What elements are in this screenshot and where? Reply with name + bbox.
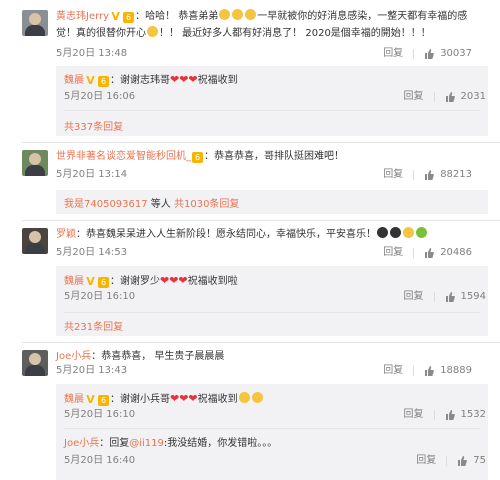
smile-emoji-icon	[147, 26, 158, 37]
reply-button[interactable]: 回复	[404, 290, 424, 304]
reply-item: 魏晨 V 6 ：谢谢小兵哥❤❤❤祝福收到	[64, 390, 486, 406]
champagne-emoji-icon	[416, 227, 427, 238]
reply-button[interactable]: 回复	[404, 90, 424, 104]
reply-meta: 5月20日 16:06 回复 2031	[64, 90, 486, 104]
username-link[interactable]: 黄志玮Jerry	[56, 11, 109, 22]
like-icon[interactable]	[445, 92, 455, 102]
like-icon[interactable]	[445, 410, 455, 420]
like-icon[interactable]	[424, 170, 435, 180]
people-emoji-icon	[390, 227, 401, 238]
comment-text: 世界非著名谈恋爱智能秒回机_ 6 ：恭喜恭喜，哥排队挺困难吧！	[56, 151, 344, 163]
vip-icon: 6	[192, 152, 203, 163]
heart-emoji-icon: ❤❤❤	[170, 392, 198, 405]
reply-button[interactable]: 回复	[383, 47, 403, 61]
like-icon[interactable]	[424, 248, 435, 258]
like-count[interactable]: 88213	[440, 168, 472, 182]
reply-item: 魏晨 V 6 ：谢谢罗少❤❤❤祝福收到啦	[64, 274, 238, 288]
like-count[interactable]: 1594	[461, 290, 486, 304]
like-icon[interactable]	[424, 366, 435, 376]
more-replies-link[interactable]: 共231条回复	[64, 318, 123, 333]
reply-list: 魏晨 V 6 ：谢谢小兵哥❤❤❤祝福收到 5月20日 16:10 回复 1532 Jo…	[56, 384, 488, 480]
avatar[interactable]	[22, 150, 48, 176]
like-count[interactable]: 18889	[440, 364, 472, 378]
comment-text: 罗颖：恭喜魏呆呆进入人生新阶段！愿永结同心，幸福快乐，平安喜乐！	[56, 226, 486, 243]
more-replies-link[interactable]: 共337条回复	[64, 118, 123, 133]
smile-emoji-icon	[251, 392, 263, 403]
timestamp: 5月20日 16:06	[64, 91, 136, 102]
username-link[interactable]: 我是7405093617	[64, 199, 148, 210]
timestamp: 5月20日 13:48	[56, 48, 128, 59]
timestamp: 5月20日 16:10	[64, 291, 136, 302]
vip-icon: 6	[98, 395, 109, 406]
smile-emoji-icon	[238, 392, 250, 403]
like-count[interactable]: 1532	[461, 408, 486, 422]
comment-meta: 5月20日 14:53 回复 20486	[56, 246, 486, 260]
reply-item: 魏晨 V 6 ：谢谢志玮哥❤❤❤祝福收到	[64, 73, 238, 87]
like-count[interactable]: 2031	[461, 90, 486, 104]
username-link[interactable]: Joe小兵	[56, 351, 91, 362]
timestamp: 5月20日 16:40	[64, 455, 136, 466]
timestamp: 5月20日 13:14	[56, 169, 128, 180]
heart-emoji-icon: ❤❤❤	[160, 274, 188, 287]
reply-meta: 5月20日 16:40 回复 75	[64, 454, 486, 468]
reply-meta: 5月20日 16:10 回复 1532	[64, 408, 486, 422]
verified-icon: V	[86, 275, 95, 288]
avatar[interactable]	[22, 10, 48, 36]
reply-button[interactable]: 回复	[383, 246, 403, 260]
like-count[interactable]: 20486	[440, 246, 472, 260]
username-link[interactable]: Joe小兵	[64, 438, 99, 449]
timestamp: 5月20日 13:43	[56, 365, 128, 376]
comment-meta: 5月20日 13:43 回复 18889	[56, 364, 486, 378]
reply-list: 魏晨 V 6 ：谢谢罗少❤❤❤祝福收到啦 5月20日 16:10 回复 1594 共2…	[56, 266, 488, 336]
username-link[interactable]: 罗颖	[56, 229, 76, 240]
reply-item: Joe小兵：回复@ii119:我没结婚，你发错啦。。。	[64, 438, 278, 449]
like-count[interactable]: 30037	[440, 47, 472, 61]
verified-icon: V	[86, 74, 95, 87]
avatar[interactable]	[22, 228, 48, 254]
vip-icon: 6	[98, 76, 109, 87]
timestamp: 5月20日 14:53	[56, 247, 128, 258]
reply-button[interactable]: 回复	[383, 168, 403, 182]
vip-icon: 6	[123, 12, 135, 23]
comment-text: 黄志玮Jerry V 6 ：哈哈！ 恭喜弟弟 一早就被你的好消息感染，一整天都有幸福的感…	[56, 9, 468, 39]
comment-text: Joe小兵：恭喜恭喜， 早生贵子晨晨晨	[56, 351, 225, 362]
reply-button[interactable]: 回复	[404, 408, 424, 422]
mention-link[interactable]: @ii119	[129, 438, 164, 449]
like-count[interactable]: 75	[473, 454, 486, 468]
username-link[interactable]: 魏晨	[64, 75, 84, 86]
like-icon[interactable]	[445, 292, 455, 302]
reply-summary: 我是7405093617 等人 共1030条回复	[64, 199, 240, 210]
like-icon[interactable]	[424, 49, 435, 59]
reply-button[interactable]: 回复	[383, 364, 403, 378]
comment-meta: 5月20日 13:14 回复 88213	[56, 168, 486, 182]
reply-meta: 5月20日 16:10 回复 1594	[64, 290, 486, 304]
reply-button[interactable]: 回复	[416, 454, 436, 468]
reply-list: 魏晨 V 6 ：谢谢志玮哥❤❤❤祝福收到 5月20日 16:06 回复 2031 共3…	[56, 66, 488, 136]
comment-meta: 5月20日 13:48 回复 30037	[56, 47, 486, 61]
people-emoji-icon	[377, 227, 388, 238]
laugh-emoji-icon	[219, 9, 231, 20]
more-replies-link[interactable]: 共1030条回复	[174, 199, 239, 210]
like-icon[interactable]	[457, 456, 468, 466]
verified-icon: V	[86, 393, 95, 406]
verified-icon: V	[111, 10, 120, 23]
username-link[interactable]: 魏晨	[64, 276, 84, 287]
timestamp: 5月20日 16:10	[64, 409, 136, 420]
heart-emoji-icon: ❤❤❤	[170, 73, 198, 86]
laugh-emoji-icon	[245, 9, 257, 20]
vip-icon: 6	[98, 277, 109, 288]
username-link[interactable]: 世界非著名谈恋爱智能秒回机_	[56, 151, 191, 162]
hug-emoji-icon	[403, 227, 414, 238]
laugh-emoji-icon	[232, 9, 244, 20]
reply-list: 我是7405093617 等人 共1030条回复	[56, 190, 488, 214]
username-link[interactable]: 魏晨	[64, 394, 84, 405]
avatar[interactable]	[22, 350, 48, 376]
